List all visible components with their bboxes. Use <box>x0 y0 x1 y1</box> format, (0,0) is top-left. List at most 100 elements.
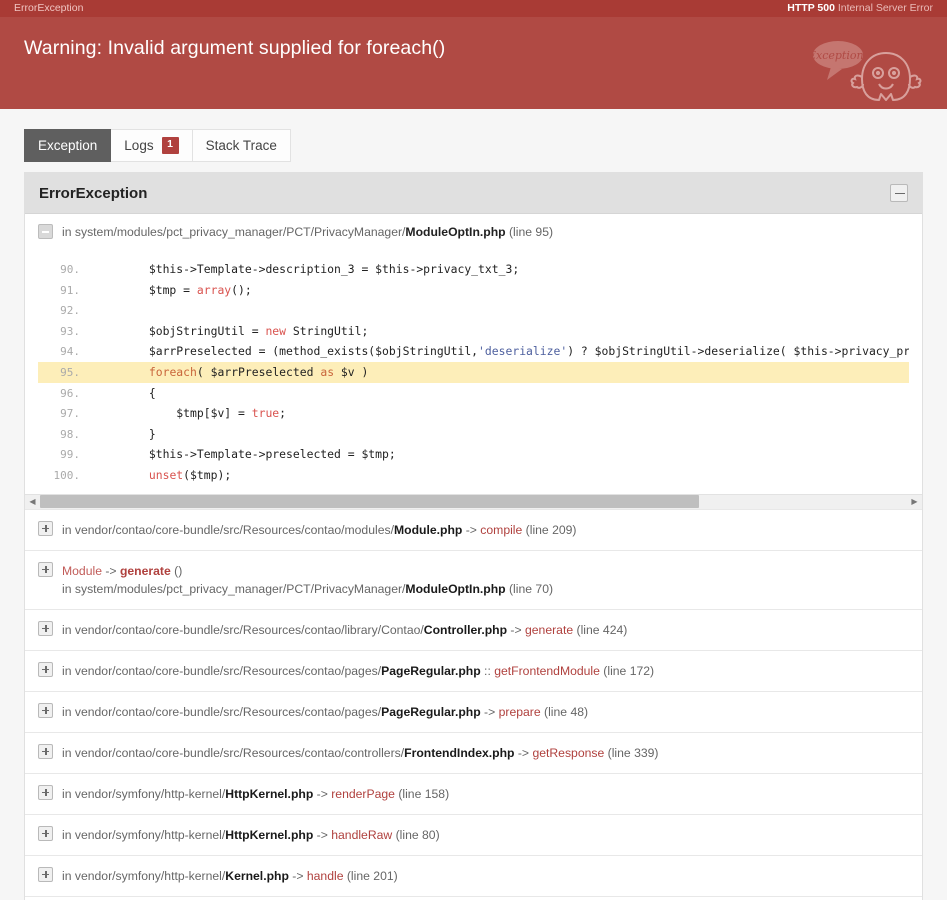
code-line-number: 91. <box>60 283 80 297</box>
trace-list: in vendor/contao/core-bundle/src/Resourc… <box>25 508 922 900</box>
first-frame: in system/modules/pct_privacy_manager/PC… <box>25 214 922 494</box>
trace-item[interactable]: in vendor/contao/core-bundle/src/Resourc… <box>25 690 922 732</box>
tab-bar: Exception Logs 1 Stack Trace <box>24 129 923 162</box>
code-line: 99. $this->Template->preselected = $tmp; <box>38 444 909 465</box>
code-line-text: $objStringUtil = new StringUtil; <box>94 323 369 338</box>
first-frame-location: in system/modules/pct_privacy_manager/PC… <box>38 224 909 241</box>
status-http-code: HTTP 500 <box>787 2 835 14</box>
trace-item-body: in vendor/contao/core-bundle/src/Resourc… <box>62 521 577 539</box>
code-line-number: 97. <box>60 407 80 421</box>
exception-header: Warning: Invalid argument supplied for f… <box>0 17 947 109</box>
minus-square-icon[interactable] <box>890 184 908 202</box>
plus-square-icon[interactable] <box>38 702 53 718</box>
code-line-number: 96. <box>60 386 80 400</box>
first-frame-prefix: in <box>62 225 75 239</box>
code-line-number: 100. <box>53 468 81 482</box>
tab-badge: 1 <box>161 137 179 154</box>
code-line-text: $tmp[$v] = true; <box>94 406 287 421</box>
minus-square-icon[interactable] <box>38 224 53 239</box>
page-title: Warning: Invalid argument supplied for f… <box>24 37 446 59</box>
status-http-status: HTTP 500 Internal Server Error <box>787 0 933 17</box>
trace-item-body: in vendor/contao/core-bundle/src/Resourc… <box>62 744 658 762</box>
code-block: 90. $this->Template->description_3 = $th… <box>38 253 909 494</box>
code-line: 91. $tmp = array(); <box>38 280 909 301</box>
trace-item-line: in vendor/contao/core-bundle/src/Resourc… <box>62 622 628 637</box>
first-frame-line: (line 95) <box>505 225 554 239</box>
first-frame-text: in system/modules/pct_privacy_manager/PC… <box>62 224 553 241</box>
code-line-text: } <box>94 426 156 441</box>
scrollbar-thumb[interactable] <box>40 495 699 509</box>
code-lines: 90. $this->Template->description_3 = $th… <box>38 253 909 494</box>
code-line: 93. $objStringUtil = new StringUtil; <box>38 321 909 342</box>
trace-item[interactable]: Kernel -> handle (object(Request))in web… <box>25 895 922 900</box>
status-exception-class: ErrorException <box>14 2 84 14</box>
trace-item[interactable]: in vendor/contao/core-bundle/src/Resourc… <box>25 731 922 773</box>
scrollbar-track[interactable] <box>40 495 907 509</box>
trace-item-line: in vendor/symfony/http-kernel/HttpKernel… <box>62 786 450 801</box>
exception-panel-title: ErrorException <box>39 184 148 202</box>
code-line-text: $arrPreselected = (method_exists($objStr… <box>94 344 909 359</box>
code-line-text: $tmp = array(); <box>94 282 252 297</box>
code-line-number: 99. <box>60 448 80 462</box>
status-http-text: Internal Server Error <box>837 2 933 14</box>
plus-square-icon[interactable] <box>38 620 53 636</box>
code-line: 92. <box>38 300 909 321</box>
code-line: 97. $tmp[$v] = true; <box>38 403 909 424</box>
plus-square-icon[interactable] <box>38 743 53 759</box>
code-line-text: $this->Template->description_3 = $this->… <box>94 262 520 276</box>
code-line: 96. { <box>38 383 909 404</box>
code-line-number: 92. <box>60 304 80 318</box>
code-line-number: 93. <box>60 324 80 338</box>
exception-panel-header: ErrorException <box>25 173 922 214</box>
plus-square-icon[interactable] <box>38 520 53 536</box>
trace-item[interactable]: in vendor/contao/core-bundle/src/Resourc… <box>25 608 922 650</box>
trace-item-line: in vendor/contao/core-bundle/src/Resourc… <box>62 663 655 678</box>
trace-item-line: Module -> generate () <box>62 563 183 578</box>
trace-item-body: in vendor/contao/core-bundle/src/Resourc… <box>62 621 627 639</box>
plus-square-icon[interactable] <box>38 784 53 800</box>
code-line-text: $this->Template->preselected = $tmp; <box>94 447 396 462</box>
code-line-number: 95. <box>60 365 80 379</box>
code-line-number: 94. <box>60 345 80 359</box>
tab-stack-trace[interactable]: Stack Trace <box>192 129 291 162</box>
trace-item-line: in vendor/contao/core-bundle/src/Resourc… <box>62 522 577 537</box>
exception-panel: ErrorException in system/modules/pct_pri… <box>24 172 923 900</box>
trace-item[interactable]: in vendor/symfony/http-kernel/HttpKernel… <box>25 813 922 855</box>
tab-label: Exception <box>38 138 98 153</box>
code-line: 100. unset($tmp); <box>38 465 909 486</box>
trace-item-line: in vendor/contao/core-bundle/src/Resourc… <box>62 745 659 760</box>
first-frame-file: ModuleOptIn.php <box>405 225 506 239</box>
code-line-number: 90. <box>60 263 80 276</box>
code-line-text: foreach( $arrPreselected as $v ) <box>148 364 369 379</box>
code-horizontal-scrollbar[interactable]: ◀ ▶ <box>25 493 922 509</box>
code-line-text: { <box>94 385 156 400</box>
trace-item-line: in vendor/symfony/http-kernel/HttpKernel… <box>62 827 440 842</box>
first-frame-path: system/modules/pct_privacy_manager/PCT/P… <box>74 225 406 239</box>
tab-label: Logs <box>124 138 154 153</box>
plus-square-icon[interactable] <box>38 866 53 882</box>
chevron-right-icon[interactable]: ▶ <box>907 494 922 509</box>
code-line: 98. } <box>38 424 909 445</box>
code-line-number: 98. <box>60 427 80 441</box>
trace-item[interactable]: in vendor/contao/core-bundle/src/Resourc… <box>25 649 922 691</box>
plus-square-icon[interactable] <box>38 825 53 841</box>
trace-item[interactable]: in vendor/symfony/http-kernel/HttpKernel… <box>25 772 922 814</box>
code-line: 90. $this->Template->description_3 = $th… <box>38 259 909 280</box>
trace-item-body: in vendor/symfony/http-kernel/HttpKernel… <box>62 826 440 844</box>
code-line-text: unset($tmp); <box>148 467 232 482</box>
trace-item-line: in vendor/symfony/http-kernel/Kernel.php… <box>62 868 398 883</box>
tab-exception[interactable]: Exception <box>24 129 112 162</box>
trace-item[interactable]: Module -> generate () in system/modules/p… <box>25 549 922 609</box>
trace-item[interactable]: in vendor/symfony/http-kernel/Kernel.php… <box>25 854 922 896</box>
trace-item[interactable]: in vendor/contao/core-bundle/src/Resourc… <box>25 508 922 550</box>
trace-item-body: in vendor/symfony/http-kernel/Kernel.php… <box>62 867 398 885</box>
chevron-left-icon[interactable]: ◀ <box>25 494 40 509</box>
plus-square-icon[interactable] <box>38 561 53 577</box>
trace-item-line: in vendor/contao/core-bundle/src/Resourc… <box>62 704 589 719</box>
content-area: Exception Logs 1 Stack Trace ErrorException… <box>0 129 947 900</box>
plus-square-icon[interactable] <box>38 661 53 677</box>
tab-label: Stack Trace <box>205 138 277 153</box>
tab-logs[interactable]: Logs 1 <box>111 129 193 162</box>
trace-item-body: in vendor/symfony/http-kernel/HttpKernel… <box>62 785 449 803</box>
code-line: 95. foreach( $arrPreselected as $v ) <box>38 361 909 383</box>
